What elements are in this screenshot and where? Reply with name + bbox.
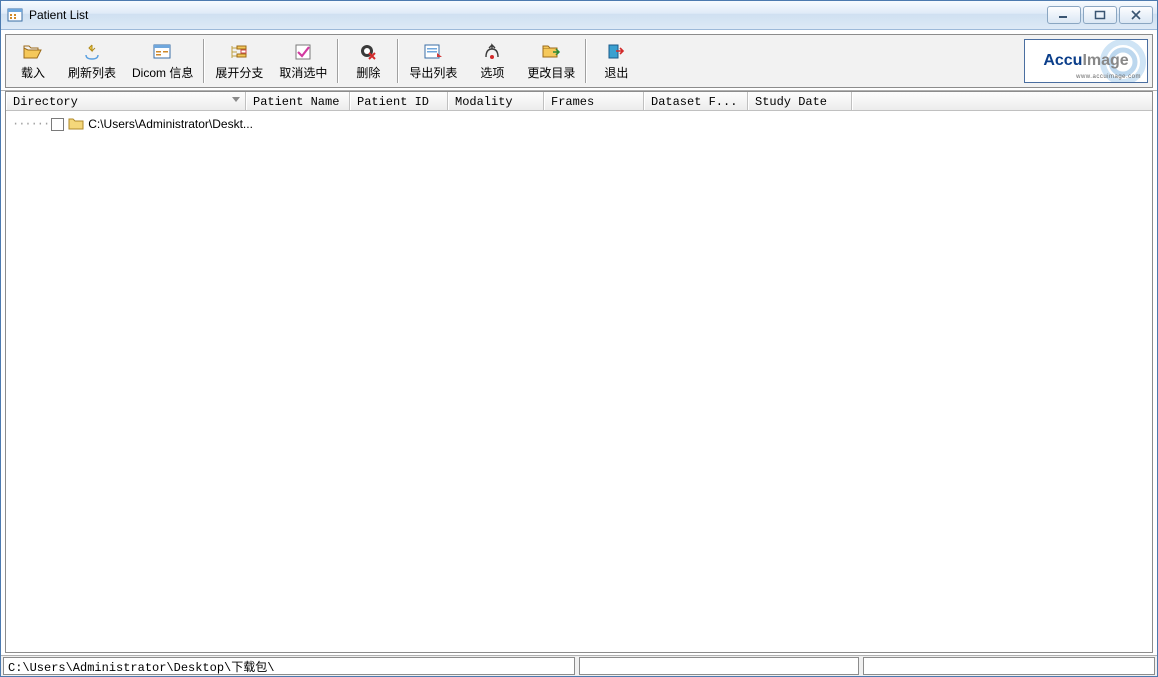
column-study-date[interactable]: Study Date	[748, 92, 852, 110]
expand-button[interactable]: 展开分支	[207, 35, 271, 87]
toolbar-container: 载入 刷新列表	[1, 30, 1157, 91]
exit-label: 退出	[604, 64, 628, 81]
brand-logo: AccuImage www.accuimage.com	[1024, 39, 1148, 83]
window-title: Patient List	[29, 8, 88, 22]
delete-icon	[358, 42, 378, 62]
refresh-icon	[82, 42, 102, 62]
logo-text-image: Image	[1082, 52, 1128, 69]
column-patient-id-label: Patient ID	[357, 95, 429, 109]
toolbar-separator	[203, 39, 205, 83]
tree-row-label: C:\Users\Administrator\Deskt...	[88, 117, 253, 131]
toolbar: 载入 刷新列表	[5, 34, 1153, 88]
export-list-icon	[423, 42, 443, 62]
column-filler	[852, 92, 1152, 110]
maximize-button[interactable]	[1083, 6, 1117, 24]
column-patient-id[interactable]: Patient ID	[350, 92, 448, 110]
minimize-button[interactable]	[1047, 6, 1081, 24]
folder-icon	[68, 117, 84, 131]
change-dir-label: 更改目录	[527, 64, 575, 81]
column-directory-label: Directory	[13, 95, 78, 109]
column-study-date-label: Study Date	[755, 95, 827, 109]
column-dataset-f[interactable]: Dataset F...	[644, 92, 748, 110]
status-path: C:\Users\Administrator\Desktop\下载包\	[3, 657, 575, 675]
logo-text-accu: Accu	[1043, 52, 1082, 69]
status-cell-2	[579, 657, 859, 675]
dicom-info-label: Dicom 信息	[132, 64, 193, 81]
deselect-icon	[293, 42, 313, 62]
load-label: 载入	[21, 64, 45, 81]
folder-open-icon	[23, 42, 43, 62]
export-label: 导出列表	[409, 64, 457, 81]
toolbar-separator	[585, 39, 587, 83]
deselect-label: 取消选中	[279, 64, 327, 81]
column-headers: Directory Patient Name Patient ID Modali…	[6, 92, 1152, 111]
expand-label: 展开分支	[215, 64, 263, 81]
toolbar-separator	[397, 39, 399, 83]
list-panel: Directory Patient Name Patient ID Modali…	[5, 91, 1153, 653]
column-modality[interactable]: Modality	[448, 92, 544, 110]
window-controls	[1045, 5, 1153, 25]
expand-tree-icon	[229, 42, 249, 62]
content-area: Directory Patient Name Patient ID Modali…	[1, 91, 1157, 655]
tree-view[interactable]: ······ C:\Users\Administrator\Deskt...	[6, 111, 1152, 652]
refresh-button[interactable]: 刷新列表	[60, 35, 124, 87]
column-patient-name-label: Patient Name	[253, 95, 339, 109]
column-directory[interactable]: Directory	[6, 92, 246, 110]
dicom-info-icon	[153, 42, 173, 62]
dicom-info-button[interactable]: Dicom 信息	[124, 35, 201, 87]
exit-button[interactable]: 退出	[589, 35, 643, 87]
column-frames-label: Frames	[551, 95, 594, 109]
title-bar[interactable]: Patient List	[1, 1, 1157, 30]
tree-row[interactable]: ······ C:\Users\Administrator\Deskt...	[12, 115, 1152, 133]
options-button[interactable]: 选项	[465, 35, 519, 87]
refresh-label: 刷新列表	[68, 64, 116, 81]
sort-indicator-icon	[231, 94, 241, 108]
delete-label: 删除	[356, 64, 380, 81]
delete-button[interactable]: 删除	[341, 35, 395, 87]
logo-subtext: www.accuimage.com	[1076, 74, 1141, 80]
toolbar-separator	[337, 39, 339, 83]
change-dir-icon	[541, 42, 561, 62]
column-modality-label: Modality	[455, 95, 513, 109]
deselect-button[interactable]: 取消选中	[271, 35, 335, 87]
column-patient-name[interactable]: Patient Name	[246, 92, 350, 110]
app-icon	[7, 7, 23, 23]
exit-icon	[606, 42, 626, 62]
export-button[interactable]: 导出列表	[401, 35, 465, 87]
status-cell-3	[863, 657, 1155, 675]
column-dataset-f-label: Dataset F...	[651, 95, 737, 109]
status-path-text: C:\Users\Administrator\Desktop\下载包\	[8, 658, 274, 675]
options-label: 选项	[480, 64, 504, 81]
load-button[interactable]: 载入	[6, 35, 60, 87]
column-frames[interactable]: Frames	[544, 92, 644, 110]
change-dir-button[interactable]: 更改目录	[519, 35, 583, 87]
close-button[interactable]	[1119, 6, 1153, 24]
tree-connector-icon: ······	[12, 117, 49, 131]
app-window: Patient List 载入	[0, 0, 1158, 677]
tree-checkbox[interactable]	[51, 118, 64, 131]
options-icon	[482, 42, 502, 62]
status-bar: C:\Users\Administrator\Desktop\下载包\	[1, 655, 1157, 676]
